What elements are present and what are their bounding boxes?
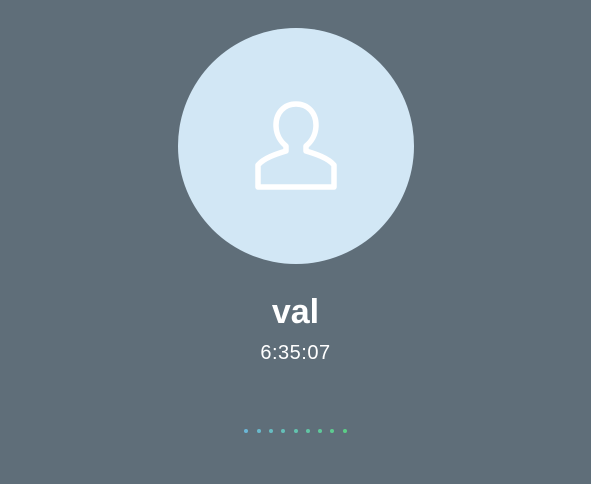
progress-dot bbox=[268, 429, 273, 433]
connection-progress-dots bbox=[0, 429, 591, 433]
person-icon bbox=[255, 101, 337, 190]
progress-dot bbox=[244, 429, 249, 433]
call-timer: 6:35:07 bbox=[260, 342, 331, 364]
progress-dot bbox=[342, 429, 347, 433]
progress-dot bbox=[281, 429, 286, 433]
progress-dot bbox=[305, 429, 310, 433]
progress-dot bbox=[330, 429, 335, 433]
contact-name: val bbox=[271, 293, 320, 331]
avatar bbox=[178, 28, 414, 264]
progress-dot bbox=[293, 429, 298, 433]
call-screen: val 6:35:07 bbox=[0, 0, 591, 484]
progress-dot bbox=[256, 429, 261, 433]
progress-dot bbox=[318, 429, 323, 433]
